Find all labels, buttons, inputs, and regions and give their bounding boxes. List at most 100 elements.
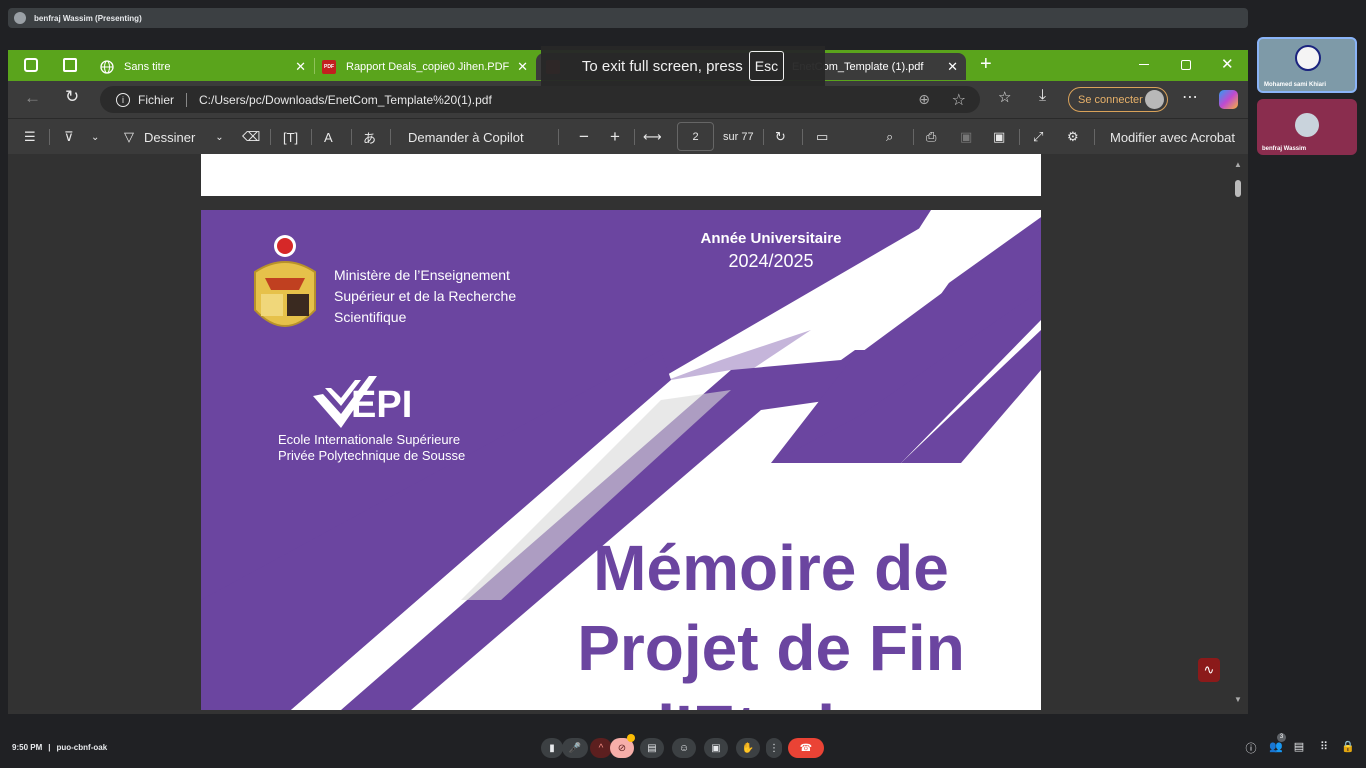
settings-gear-icon[interactable]: ⚙: [1067, 119, 1079, 155]
url-text: C:/Users/pc/Downloads/EnetCom_Template%2…: [199, 92, 492, 107]
scroll-thumb[interactable]: [1235, 180, 1241, 197]
pdf-file-icon: PDF: [322, 59, 336, 74]
page-view-icon[interactable]: ▭: [816, 119, 828, 155]
raise-hand-button[interactable]: ✋: [736, 738, 760, 758]
profile-avatar-icon: [1145, 90, 1164, 109]
people-icon[interactable]: 👥: [1268, 740, 1284, 756]
refresh-icon[interactable]: ↻: [65, 87, 79, 107]
ask-copilot-button[interactable]: Demander à Copilot: [408, 119, 524, 155]
toolbar-divider: [1094, 129, 1095, 145]
favorites-icon[interactable]: ☆: [998, 88, 1011, 106]
meeting-details-icon[interactable]: ⓘ: [1243, 740, 1259, 756]
meeting-code: puo-cbnf-oak: [56, 743, 108, 752]
url-divider: [186, 92, 188, 107]
audio-level-icon: ▮: [541, 738, 563, 758]
school-name: Ecole Internationale Supérieure Privée P…: [278, 432, 465, 464]
year-value: 2024/2025: [728, 251, 814, 271]
info-icon: i: [116, 92, 130, 107]
toolbar-divider: [390, 129, 391, 145]
page-number-value: 2: [692, 130, 699, 143]
host-controls-icon[interactable]: 🔒: [1340, 740, 1356, 756]
downloads-icon[interactable]: ⤓: [1039, 87, 1046, 105]
close-window-icon[interactable]: ✕: [1221, 55, 1234, 73]
copilot-icon[interactable]: [1219, 90, 1238, 109]
more-options-icon[interactable]: ⋯: [1182, 87, 1198, 107]
fullscreen-icon[interactable]: ⤢: [1033, 119, 1043, 155]
globe-icon: [100, 59, 114, 74]
toolbar-divider: [1019, 129, 1020, 145]
pdf-viewer[interactable]: Ministère de l’Enseignement Supérieur et…: [8, 154, 1248, 710]
microphone-button[interactable]: 🎤: [562, 738, 588, 758]
academic-year-block: Année Universitaire 2024/2025: [661, 230, 881, 272]
pdf-toolbar: ☰ ⊽ ⌄ ▽ Dessiner ⌄ ⌫ [T] A あ Demander à …: [8, 118, 1248, 154]
rotate-icon[interactable]: ↻: [775, 119, 786, 155]
acrobat-icon[interactable]: ∿: [1198, 658, 1220, 682]
minimize-icon[interactable]: [1139, 64, 1149, 65]
epi-logo: EPI: [311, 370, 421, 430]
chat-icon[interactable]: ▤: [1291, 740, 1307, 756]
fit-page-icon[interactable]: ⟷: [643, 119, 662, 155]
close-tab-icon[interactable]: ✕: [295, 59, 306, 75]
epi-logo-text: EPI: [351, 384, 413, 426]
shared-browser-window: Sans titre ✕ PDF Rapport Deals_copie0 Ji…: [8, 50, 1248, 714]
present-button[interactable]: ▣: [704, 738, 728, 758]
zoom-icon[interactable]: ⊕: [918, 91, 930, 108]
thesis-title-line: Mémoire de: [593, 532, 949, 604]
sign-in-button[interactable]: Se connecter: [1068, 87, 1168, 112]
activities-icon[interactable]: ⠿: [1316, 740, 1332, 756]
page-number-input[interactable]: 2: [677, 122, 714, 151]
address-bar[interactable]: i Fichier C:/Users/pc/Downloads/EnetCom_…: [100, 86, 980, 113]
toolbar-divider: [351, 129, 352, 145]
restore-icon[interactable]: [1181, 60, 1191, 70]
back-icon[interactable]: ←: [24, 88, 41, 108]
leave-call-button[interactable]: ☎: [788, 738, 824, 758]
participant-tile[interactable]: benfraj Wassim: [1257, 99, 1357, 155]
camera-options-button[interactable]: ^: [590, 738, 612, 758]
participant-tile[interactable]: Mohamed sami Khiari: [1257, 37, 1357, 93]
text-box-icon[interactable]: [T]: [283, 119, 298, 155]
chevron-down-icon: ⌄: [215, 131, 224, 143]
workspaces-icon[interactable]: [24, 58, 38, 72]
tab-rapport-deals[interactable]: PDF Rapport Deals_copie0 Jihen.PDF ✕: [314, 53, 536, 80]
save-as-icon[interactable]: ▣: [993, 119, 1005, 155]
info-separator: |: [48, 743, 51, 752]
table-of-contents-icon[interactable]: ☰: [24, 119, 36, 155]
read-aloud-icon[interactable]: A: [324, 119, 333, 155]
toolbar-divider: [558, 129, 559, 145]
zoom-out-icon[interactable]: −: [579, 119, 589, 155]
zoom-in-icon[interactable]: +: [610, 119, 620, 155]
highlight-icon[interactable]: ⊽: [64, 119, 74, 155]
close-tab-icon[interactable]: ✕: [517, 59, 528, 75]
school-line: Privée Polytechnique de Sousse: [278, 448, 466, 463]
new-tab-icon[interactable]: +: [980, 53, 992, 76]
sign-in-label: Se connecter: [1078, 93, 1143, 106]
captions-button[interactable]: ▤: [640, 738, 664, 758]
school-line: Ecole Internationale Supérieure: [278, 432, 461, 447]
clock-time: 9:50 PM: [12, 743, 43, 752]
toolbar-divider: [913, 129, 914, 145]
camera-warning-icon: [627, 734, 635, 742]
close-tab-icon[interactable]: ✕: [947, 59, 958, 75]
search-icon[interactable]: ⌕: [886, 119, 893, 155]
participant-name: Mohamed sami Khiari: [1264, 82, 1327, 88]
save-icon[interactable]: ▣: [960, 119, 972, 155]
eraser-icon[interactable]: ⌫: [242, 119, 260, 155]
reactions-button[interactable]: ☺: [672, 738, 696, 758]
draw-button[interactable]: ▽ Dessiner ⌄: [124, 119, 224, 155]
pdf-page-1: [201, 154, 1041, 196]
tab-actions-icon[interactable]: [63, 58, 77, 72]
page-total: sur 77: [723, 131, 754, 143]
print-icon[interactable]: ⎙: [926, 119, 936, 155]
tab-sans-titre[interactable]: Sans titre ✕: [92, 53, 314, 80]
favorite-star-icon[interactable]: ☆: [952, 90, 966, 110]
ministry-line: Scientifique: [334, 309, 407, 325]
translate-icon[interactable]: あ: [363, 119, 376, 155]
scroll-up-icon[interactable]: ▲: [1234, 160, 1242, 169]
thesis-title-line: d’Etudes: [531, 688, 1011, 710]
avatar: [1295, 45, 1321, 71]
chevron-down-icon[interactable]: ⌄: [91, 119, 99, 155]
more-options-button[interactable]: ⋮: [766, 738, 782, 758]
vertical-scrollbar[interactable]: ▲ ▼: [1232, 158, 1244, 706]
edit-with-acrobat-button[interactable]: Modifier avec Acrobat: [1110, 119, 1235, 155]
scroll-down-icon[interactable]: ▼: [1234, 695, 1242, 704]
